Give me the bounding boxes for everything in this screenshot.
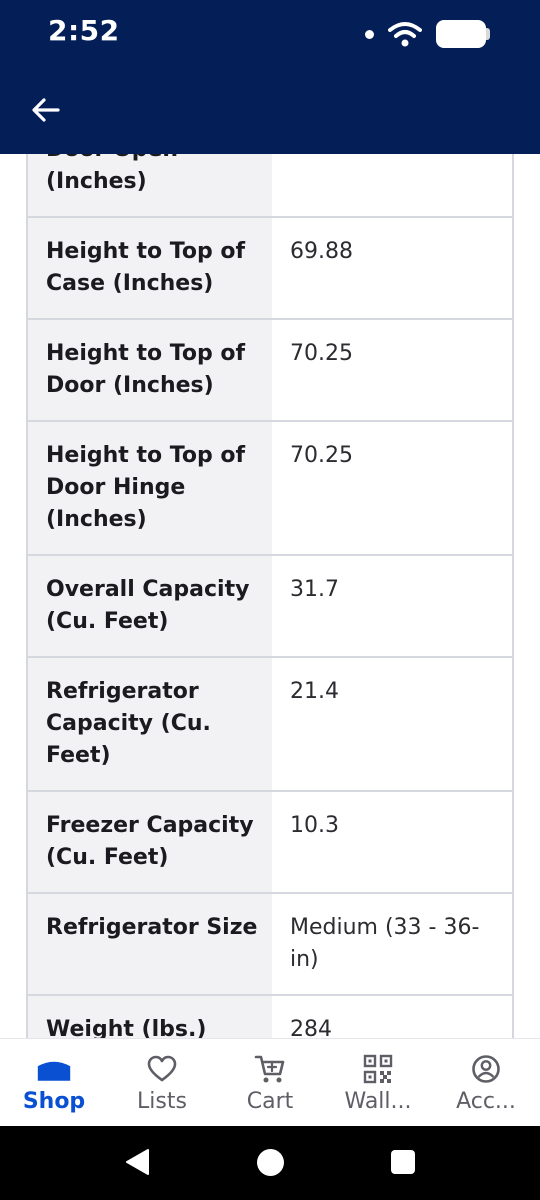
- status-time: 2:52: [48, 14, 120, 47]
- system-home-icon[interactable]: [257, 1149, 284, 1176]
- spec-row: Height to Top of Case (Inches) 69.88: [28, 218, 512, 320]
- spec-label: Height to Top of Door Open (Inches): [28, 154, 272, 216]
- system-nav-bar: [0, 1126, 540, 1200]
- status-icons: [365, 18, 490, 50]
- nav-cart-label: Cart: [246, 1089, 294, 1114]
- spec-content[interactable]: Height to Top of Door Open (Inches)Heigh…: [0, 154, 540, 1038]
- nav-account[interactable]: Acc...: [432, 1039, 540, 1126]
- spec-row: Height to Top of Door Hinge (Inches) 70.2…: [28, 422, 512, 556]
- arrow-left-icon: [32, 98, 60, 122]
- spec-value: 21.4: [290, 679, 339, 704]
- cart-icon: [252, 1053, 288, 1085]
- nav-wallet-label: Wall...: [344, 1089, 412, 1114]
- bottom-nav: Shop Lists Cart Wall... Acc...: [0, 1038, 540, 1126]
- spec-row: Overall Capacity (Cu. Feet) 31.7: [28, 556, 512, 658]
- spec-row: Freezer Capacity (Cu. Feet) 10.3: [28, 792, 512, 894]
- specifications-table: Height to Top of Door Open (Inches)Heigh…: [26, 154, 514, 1038]
- spec-value: 10.3: [290, 813, 339, 838]
- spec-label: Freezer Capacity (Cu. Feet): [28, 792, 272, 892]
- account-icon: [468, 1053, 504, 1085]
- back-button[interactable]: [24, 88, 68, 132]
- notification-dot-icon: [365, 29, 374, 39]
- heart-icon: [144, 1053, 180, 1085]
- spec-value: Medium (33 - 36-in): [290, 915, 480, 972]
- spec-row: Height to Top of Door (Inches) 70.25: [28, 320, 512, 422]
- app-bar: [0, 66, 540, 154]
- nav-wallet[interactable]: Wall...: [324, 1039, 432, 1126]
- spec-row: Refrigerator Capacity (Cu. Feet) 21.4: [28, 658, 512, 792]
- nav-shop[interactable]: Shop: [0, 1039, 108, 1126]
- spec-value: 31.7: [290, 577, 339, 602]
- status-bar: 2:52: [0, 0, 540, 66]
- nav-lists[interactable]: Lists: [108, 1039, 216, 1126]
- spec-label: Weight (lbs.): [28, 996, 272, 1038]
- nav-shop-label: Shop: [22, 1089, 86, 1114]
- spec-label: Height to Top of Door (Inches): [28, 320, 272, 420]
- qr-code-icon: [360, 1053, 396, 1085]
- system-recents-icon[interactable]: [391, 1150, 415, 1174]
- spec-value: 70.25: [290, 443, 353, 468]
- spec-label: Height to Top of Door Hinge (Inches): [28, 422, 272, 554]
- shop-icon: [36, 1053, 72, 1085]
- spec-label: Refrigerator Size: [28, 894, 272, 994]
- nav-account-label: Acc...: [456, 1089, 516, 1114]
- spec-label: Height to Top of Case (Inches): [28, 218, 272, 318]
- system-back-icon[interactable]: [124, 1148, 150, 1176]
- battery-icon: [436, 20, 490, 48]
- spec-label: Refrigerator Capacity (Cu. Feet): [28, 658, 272, 790]
- spec-row: Refrigerator Size Medium (33 - 36-in): [28, 894, 512, 996]
- spec-label: Overall Capacity (Cu. Feet): [28, 556, 272, 656]
- spec-row: Height to Top of Door Open (Inches): [28, 154, 512, 218]
- nav-cart[interactable]: Cart: [216, 1039, 324, 1126]
- spec-value: 69.88: [290, 239, 353, 264]
- spec-value: 284: [290, 1017, 332, 1038]
- nav-lists-label: Lists: [137, 1089, 187, 1114]
- spec-value: 70.25: [290, 341, 353, 366]
- spec-value: [272, 154, 512, 216]
- wifi-icon: [388, 22, 422, 47]
- spec-row: Weight (lbs.) 284: [28, 996, 512, 1038]
